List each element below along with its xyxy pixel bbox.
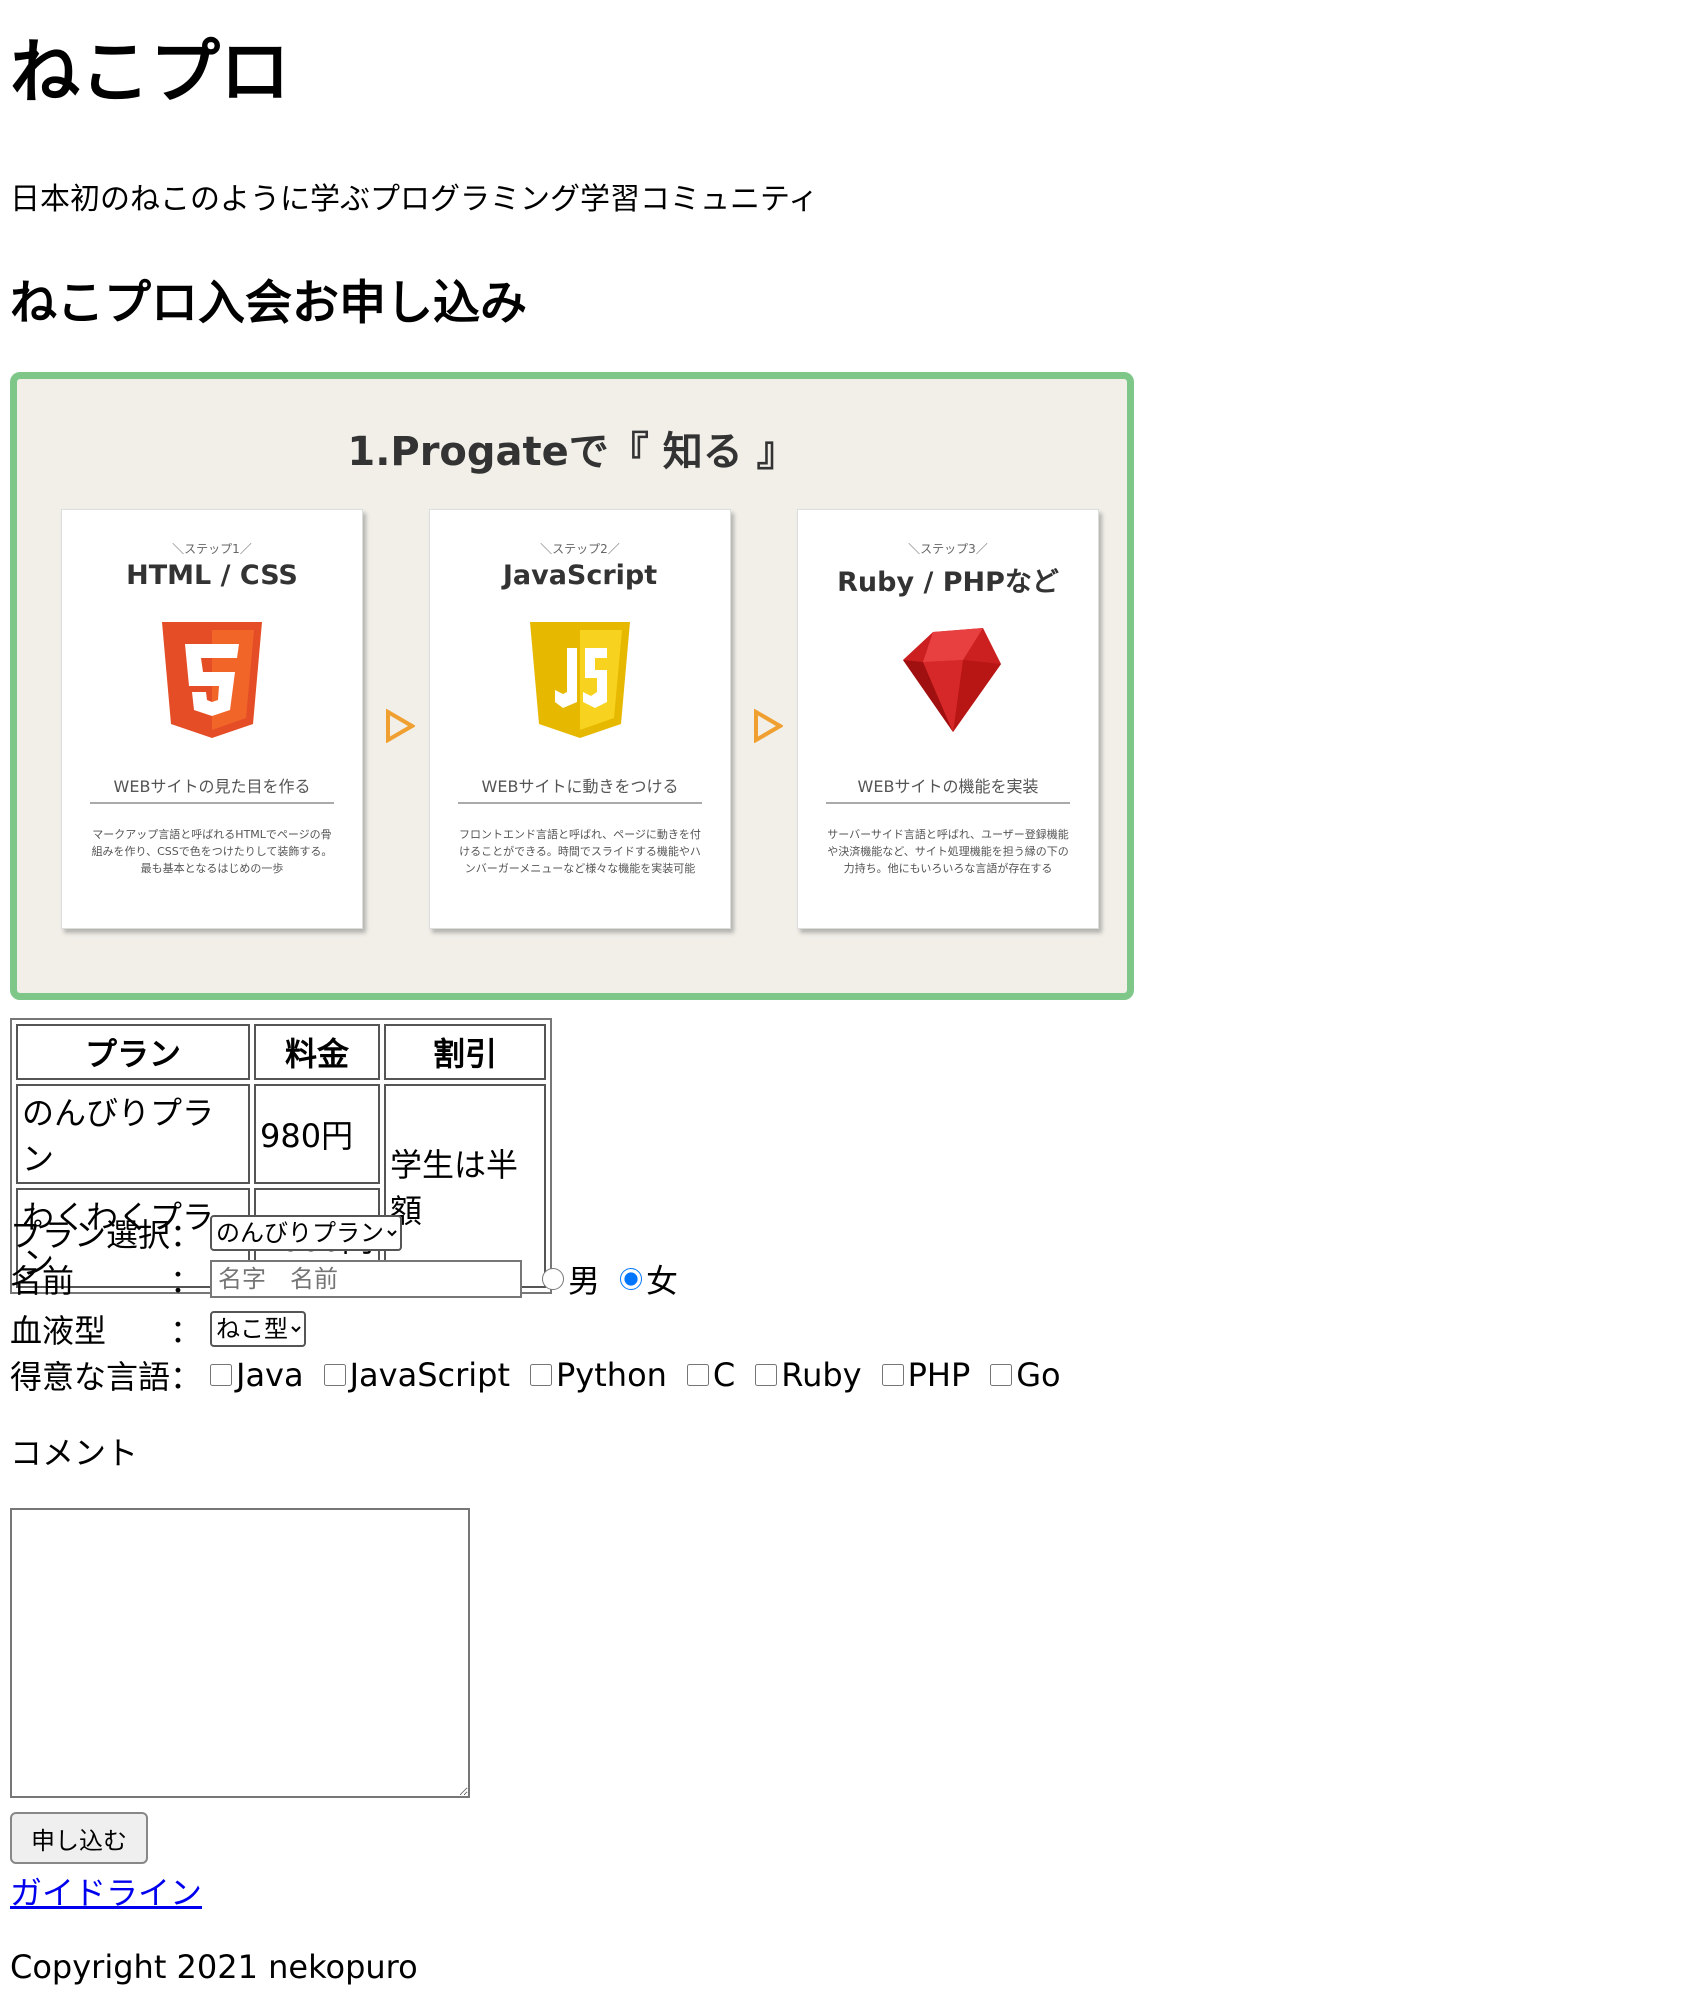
card-subtitle: WEBサイトの機能を実装 (857, 777, 1039, 796)
copyright-text: Copyright 2021 nekopuro (10, 1948, 418, 1986)
arrow-right-icon (754, 709, 783, 743)
guideline-link[interactable]: ガイドライン (10, 1868, 202, 1914)
card-step: ＼ステップ3／ (908, 542, 988, 556)
language-option-ruby[interactable]: Ruby (755, 1356, 862, 1394)
language-option-python[interactable]: Python (530, 1356, 667, 1394)
card-name: HTML / CSS (126, 560, 298, 591)
colon: ： (170, 1216, 203, 1254)
site-title: ねこプロ (10, 31, 290, 113)
blood-type-row: 血液型 ： ねこ型 (10, 1306, 306, 1352)
language-option-java[interactable]: Java (210, 1356, 304, 1394)
language-checkbox-java[interactable] (210, 1364, 232, 1386)
language-label-ruby: Ruby (781, 1356, 862, 1394)
table-row: のんびりプラン 980円 学生は半額 (16, 1084, 546, 1288)
card-divider (826, 802, 1070, 804)
javascript-icon (530, 622, 630, 738)
languages-label: 得意な言語 (10, 1358, 171, 1396)
card-divider (458, 802, 702, 804)
gender-label-male: 男 (568, 1262, 601, 1300)
ruby-gem-icon (903, 628, 1001, 732)
language-label-javascript: JavaScript (349, 1356, 510, 1394)
card-ruby-php: ＼ステップ3／ Ruby / PHPなど WEBサイトの機能を実装 サーバーサイ… (797, 509, 1099, 929)
colon: ： (170, 1262, 203, 1300)
column-header-plan: プラン (16, 1024, 250, 1080)
plan-select-label: プラン選択 (10, 1216, 171, 1254)
colon: ： (170, 1358, 203, 1396)
language-option-php[interactable]: PHP (881, 1356, 971, 1394)
column-header-price: 料金 (254, 1024, 380, 1080)
language-checkbox-go[interactable] (990, 1364, 1013, 1386)
blood-type-select[interactable]: ねこ型 (210, 1311, 306, 1347)
gender-label-female: 女 (646, 1262, 679, 1300)
column-header-discount: 割引 (384, 1024, 546, 1080)
gender-radio-male[interactable] (542, 1268, 564, 1290)
language-checkbox-javascript[interactable] (323, 1364, 346, 1386)
languages-row: 得意な言語 ： Java JavaScript Python C Ruby PH… (10, 1352, 1081, 1398)
comment-label: コメント (10, 1434, 139, 1472)
language-label-java: Java (236, 1356, 304, 1394)
card-divider (90, 802, 334, 804)
language-checkbox-python[interactable] (530, 1364, 552, 1386)
html5-icon (162, 622, 262, 738)
tagline: 日本初のねこのように学ぶプログラミング学習コミュニティ (10, 182, 819, 217)
card-step: ＼ステップ2／ (540, 542, 620, 556)
card-html-css: ＼ステップ1／ HTML / CSS WEBサイトの見た目を作る マークアップ言… (61, 509, 363, 929)
plan-price-cell: 980円 (254, 1084, 380, 1184)
name-row: 名前 ： 男 女 (10, 1256, 698, 1302)
card-step: ＼ステップ1／ (172, 542, 252, 556)
card-javascript: ＼ステップ2／ JavaScript WEBサイトに動きをつける フロントエンド… (429, 509, 731, 929)
language-label-python: Python (556, 1356, 667, 1394)
submit-button[interactable]: 申し込む (10, 1812, 148, 1864)
language-checkbox-c[interactable] (686, 1364, 709, 1386)
language-label-c: C (712, 1356, 736, 1394)
language-label-php: PHP (907, 1356, 971, 1394)
gender-radio-female[interactable] (620, 1268, 643, 1290)
comment-textarea[interactable] (10, 1508, 470, 1798)
language-option-go[interactable]: Go (990, 1356, 1061, 1394)
card-description: マークアップ言語と呼ばれるHTMLでページの骨組みを作り、CSSで色をつけたりし… (91, 828, 333, 876)
plan-select-row: プラン選択 ： のんびりプラン (10, 1210, 402, 1256)
card-description: サーバーサイド言語と呼ばれ、ユーザー登録機能や決済機能など、サイト処理機能を担う… (827, 828, 1069, 876)
page: ねこプロ 日本初のねこのように学ぶプログラミング学習コミュニティ ねこプロ入会お… (0, 0, 1700, 2016)
plan-name-cell: のんびりプラン (16, 1084, 250, 1184)
arrow-right-icon (386, 709, 415, 743)
language-option-c[interactable]: C (686, 1356, 736, 1394)
language-label-go: Go (1016, 1356, 1061, 1394)
colon: ： (170, 1312, 203, 1350)
banner-title: 1.Progateで『 知る 』 (347, 429, 797, 475)
language-option-javascript[interactable]: JavaScript (323, 1356, 510, 1394)
gender-option-female[interactable]: 女 (620, 1256, 678, 1302)
plan-select[interactable]: のんびりプラン (210, 1215, 402, 1251)
page-subtitle: ねこプロ入会お申し込み (10, 276, 527, 331)
table-header-row: プラン 料金 割引 (16, 1024, 546, 1080)
progate-banner-image: 1.Progateで『 知る 』 ＼ステップ1／ HTML / CSS WEBサ… (10, 372, 1134, 1000)
language-checkbox-php[interactable] (881, 1364, 904, 1386)
name-label: 名前 (10, 1262, 75, 1300)
card-name: Ruby / PHPなど (837, 567, 1059, 598)
gender-option-male[interactable]: 男 (542, 1256, 600, 1302)
blood-type-label: 血液型 (10, 1312, 107, 1350)
name-input[interactable] (210, 1260, 522, 1298)
card-subtitle: WEBサイトに動きをつける (481, 777, 679, 796)
language-checkbox-ruby[interactable] (755, 1364, 778, 1386)
card-name: JavaScript (502, 560, 658, 591)
card-subtitle: WEBサイトの見た目を作る (113, 777, 311, 796)
card-description: フロントエンド言語と呼ばれ、ページに動きを付けることができる。時間でスライドする… (459, 828, 701, 876)
